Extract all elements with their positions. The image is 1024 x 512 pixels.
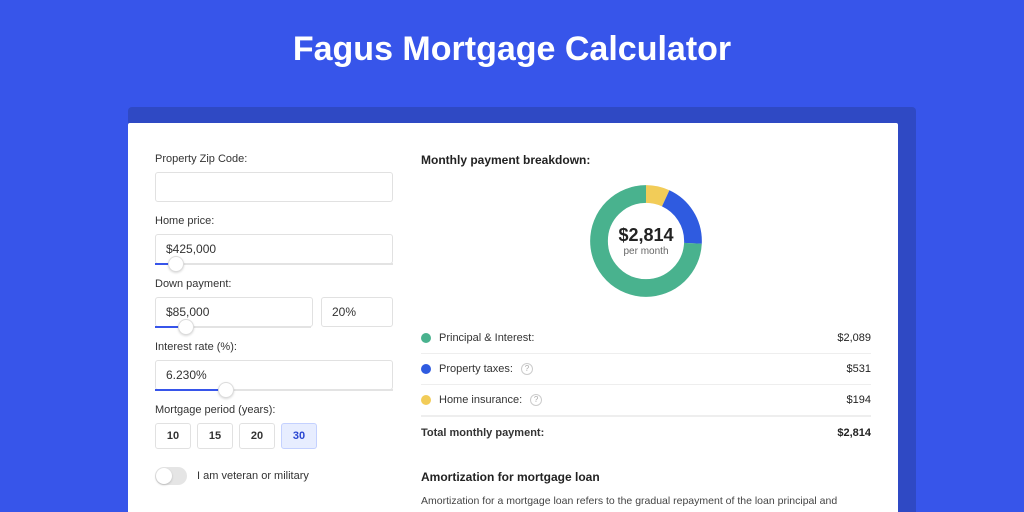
amortization-title: Amortization for mortgage loan [421, 470, 871, 484]
legend-dot [421, 364, 431, 374]
legend-value: $2,089 [837, 332, 871, 344]
mortgage-period-options: 10152030 [155, 423, 393, 449]
form-column: Property Zip Code: Home price: Down paym… [155, 153, 393, 512]
interest-rate-label: Interest rate (%): [155, 341, 393, 353]
down-payment-field: Down payment: [155, 278, 393, 328]
donut-center: $2,814 per month [584, 179, 708, 303]
donut-chart: $2,814 per month [584, 179, 708, 303]
mortgage-period-field: Mortgage period (years): 10152030 [155, 404, 393, 449]
amortization-text: Amortization for a mortgage loan refers … [421, 494, 871, 512]
legend-row: Home insurance:? $194 [421, 385, 871, 416]
donut-center-sub: per month [623, 246, 668, 257]
home-price-field: Home price: [155, 215, 393, 265]
legend-label: Principal & Interest: [439, 332, 534, 344]
legend-dot [421, 395, 431, 405]
period-option-20[interactable]: 20 [239, 423, 275, 449]
calculator-panel: Property Zip Code: Home price: Down paym… [128, 123, 898, 512]
period-option-30[interactable]: 30 [281, 423, 317, 449]
legend: Principal & Interest: $2,089 Property taxe… [421, 323, 871, 448]
legend-value: $194 [847, 394, 871, 406]
breakdown-title: Monthly payment breakdown: [421, 153, 871, 167]
info-icon[interactable]: ? [530, 394, 542, 406]
legend-value: $531 [847, 363, 871, 375]
down-payment-slider-thumb[interactable] [178, 319, 194, 335]
home-price-label: Home price: [155, 215, 393, 227]
legend-row: Property taxes:? $531 [421, 354, 871, 385]
legend-left: Home insurance:? [421, 394, 542, 406]
veteran-label: I am veteran or military [197, 470, 309, 482]
zip-label: Property Zip Code: [155, 153, 393, 165]
interest-rate-slider-fill [155, 389, 226, 391]
donut-center-amount: $2,814 [618, 225, 673, 246]
legend-total-label: Total monthly payment: [421, 427, 544, 439]
home-price-input[interactable] [155, 234, 393, 264]
donut-chart-wrap: $2,814 per month [421, 179, 871, 303]
legend-left: Principal & Interest: [421, 332, 534, 344]
home-price-slider-thumb[interactable] [168, 256, 184, 272]
veteran-row: I am veteran or military [155, 467, 393, 485]
breakdown-column: Monthly payment breakdown: $2,814 per mo… [421, 153, 871, 512]
legend-label: Home insurance: [439, 394, 522, 406]
zip-field: Property Zip Code: [155, 153, 393, 202]
legend-total-row: Total monthly payment: $2,814 [421, 416, 871, 448]
veteran-toggle-knob [156, 468, 172, 484]
interest-rate-field: Interest rate (%): [155, 341, 393, 391]
info-icon[interactable]: ? [521, 363, 533, 375]
legend-dot [421, 333, 431, 343]
home-price-slider[interactable] [155, 263, 393, 265]
veteran-toggle[interactable] [155, 467, 187, 485]
interest-rate-slider[interactable] [155, 389, 393, 391]
zip-input[interactable] [155, 172, 393, 202]
legend-total-value: $2,814 [837, 427, 871, 439]
down-payment-slider[interactable] [155, 326, 311, 328]
legend-label: Property taxes: [439, 363, 513, 375]
period-option-15[interactable]: 15 [197, 423, 233, 449]
interest-rate-slider-thumb[interactable] [218, 382, 234, 398]
mortgage-period-label: Mortgage period (years): [155, 404, 393, 416]
page-title: Fagus Mortgage Calculator [0, 0, 1024, 91]
period-option-10[interactable]: 10 [155, 423, 191, 449]
down-payment-percent-input[interactable] [321, 297, 393, 327]
legend-row: Principal & Interest: $2,089 [421, 323, 871, 354]
down-payment-label: Down payment: [155, 278, 393, 290]
interest-rate-input[interactable] [155, 360, 393, 390]
legend-left: Property taxes:? [421, 363, 533, 375]
